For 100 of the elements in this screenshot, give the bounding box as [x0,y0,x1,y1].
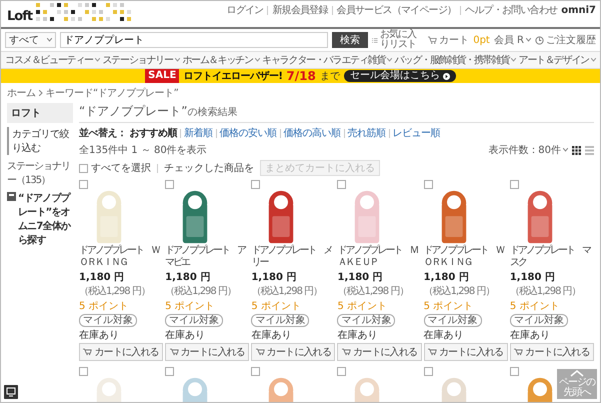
mileage-tag: マイル対象 [165,314,224,327]
cart-icon [256,348,265,356]
chevron-down-icon [95,58,100,62]
sort-option[interactable]: 売れ筋順 [348,126,386,140]
category-menu-item[interactable]: キャラクター・バラエティ雑貨 [262,53,392,67]
sort-option[interactable]: 価格の安い順 [220,126,276,140]
add-to-cart-button[interactable]: カートに入れる [165,343,250,361]
cart-icon [83,348,92,356]
tax-included-price: （税込1,298 円） [424,284,494,298]
product-checkbox[interactable] [251,367,260,376]
result-count: 全135件中 1 ～ 80件を表示 [79,144,207,157]
product-name[interactable]: ドアノブプレート メリー [251,245,336,269]
product-checkbox[interactable] [79,180,88,189]
arrow-right-icon [442,72,450,80]
product-name[interactable]: ドアノブプレート アマビエ [165,245,250,269]
scope-dropdown[interactable]: すべて [5,32,56,48]
chevron-down-icon [511,58,516,62]
add-to-cart-button[interactable]: カートに入れる [424,343,508,361]
category-menu-item[interactable]: コスメ＆ビューティー [5,53,100,67]
cart-icon [170,348,179,356]
product-checkbox[interactable] [510,180,519,189]
logo[interactable]: Loft [7,9,32,24]
favorites-link[interactable]: お気に入りリスト [380,30,424,50]
brand-logo[interactable]: omni7 [561,4,596,16]
sort-option[interactable]: レビュー順 [392,126,440,140]
breadcrumb-link[interactable]: ホーム [7,86,36,100]
product-checkbox[interactable] [165,180,174,189]
points-text: 5 ポイント [79,300,130,313]
sale-banner[interactable]: SALE ロフトイエローバザー! 7/18 まで セール会場はこちら [1,69,600,83]
search-field[interactable]: ドアノブプレート [60,32,328,48]
mileage-tag: マイル対象 [510,314,568,327]
header-link[interactable]: ログイン [226,3,264,17]
product-price: 1,180 円 [165,271,210,284]
cart-icon [428,348,438,356]
cart-icon [342,348,351,356]
grid-view-icon[interactable] [572,146,581,154]
category-menu-item[interactable]: ステーショナリー [102,53,180,67]
omni-search-link[interactable]: “ドアノブプレート”をオムニ7全体から探す [18,191,73,247]
clock-icon[interactable] [535,36,544,44]
sort-option[interactable]: 価格の高い順 [284,126,340,140]
product-checkbox[interactable] [79,367,88,376]
bulk-label: チェックした商品を [164,162,254,175]
sort-label: 並べ替え： [79,126,126,140]
header-link[interactable]: ヘルプ・お問い合わせ [465,3,558,17]
category-link[interactable]: ステーショナリー（135） [7,159,73,187]
mileage-tag: マイル対象 [424,314,482,327]
cart-icon[interactable] [428,36,438,44]
stock-status: 在庫あり [251,328,292,342]
cart-link[interactable]: カート [439,33,470,47]
category-menu-item[interactable]: アート＆デザイン [518,53,596,67]
product-price: 1,180 円 [337,271,383,284]
results-title: “ドアノブプレート”の検索結果 [79,103,594,123]
points-text: 5 ポイント [165,300,216,313]
points-text: 5 ポイント [251,300,302,313]
stock-status: 在庫あり [79,328,120,342]
tax-included-price: （税込1,298 円） [510,284,581,298]
add-to-cart-button[interactable]: カートに入れる [510,343,594,361]
list-icon[interactable] [372,36,378,44]
product-checkbox[interactable] [424,367,433,376]
chevron-down-icon [563,148,568,152]
category-menu-item[interactable]: バッグ・服飾雑貨・携帯雑貨 [394,53,516,67]
product-price: 1,180 円 [510,271,555,284]
header-link[interactable]: 新規会員登録 [272,3,328,17]
product-name[interactable]: ドアノブプレート ＭＡＫＥＵＰ [337,245,422,269]
product-checkbox[interactable] [337,180,346,189]
points-balance: 0pt [473,34,490,46]
stock-status: 在庫あり [165,328,206,342]
member-menu[interactable]: 会員 R [494,33,531,47]
filter-heading: カテゴリで絞り込む [7,127,73,155]
per-page-dropdown[interactable]: 表示件数：80件 [488,143,568,157]
select-all-checkbox[interactable]: すべてを選択 [79,161,151,175]
sale-page-link[interactable]: セール会場はこちら [344,70,456,82]
stock-status: 在庫あり [510,328,551,342]
product-checkbox[interactable] [165,367,174,376]
product-checkbox[interactable] [510,367,519,376]
product-checkbox[interactable] [251,180,260,189]
product-name[interactable]: ドアノブプレート マスク [510,245,594,269]
add-to-cart-button[interactable]: カートに入れる [79,343,164,361]
search-button[interactable]: 検索 [332,32,368,48]
breadcrumb-link[interactable]: キーワード“ドアノブプレート” [46,86,178,100]
product-checkbox[interactable] [337,367,346,376]
product-name[interactable]: ドアノブプレート ＷＯＲＫＩＮＧ [79,245,164,269]
sort-option[interactable]: おすすめ順 [130,126,177,140]
product-price: 1,180 円 [251,271,296,284]
header-link[interactable]: 会員サービス（マイページ） [336,3,456,17]
chevron-down-icon [387,58,392,62]
list-view-icon[interactable] [585,146,594,154]
shop-heading: ロフト [7,103,73,123]
product-name[interactable]: ドアノブプレート ＷＯＲＫＩＮＧ [424,245,508,269]
sale-badge: SALE [145,69,180,83]
sort-option[interactable]: 新着順 [184,126,212,140]
stock-status: 在庫あり [424,328,465,342]
mileage-tag: マイル対象 [337,314,396,327]
product-checkbox[interactable] [424,180,433,189]
chevron-down-icon [47,38,52,42]
add-to-cart-button[interactable]: カートに入れる [337,343,422,361]
add-to-cart-button[interactable]: カートに入れる [251,343,336,361]
category-menu-item[interactable]: ホーム＆キッチン [182,53,260,67]
order-history-link[interactable]: ご注文履歴 [546,33,596,47]
points-text: 5 ポイント [424,300,474,313]
